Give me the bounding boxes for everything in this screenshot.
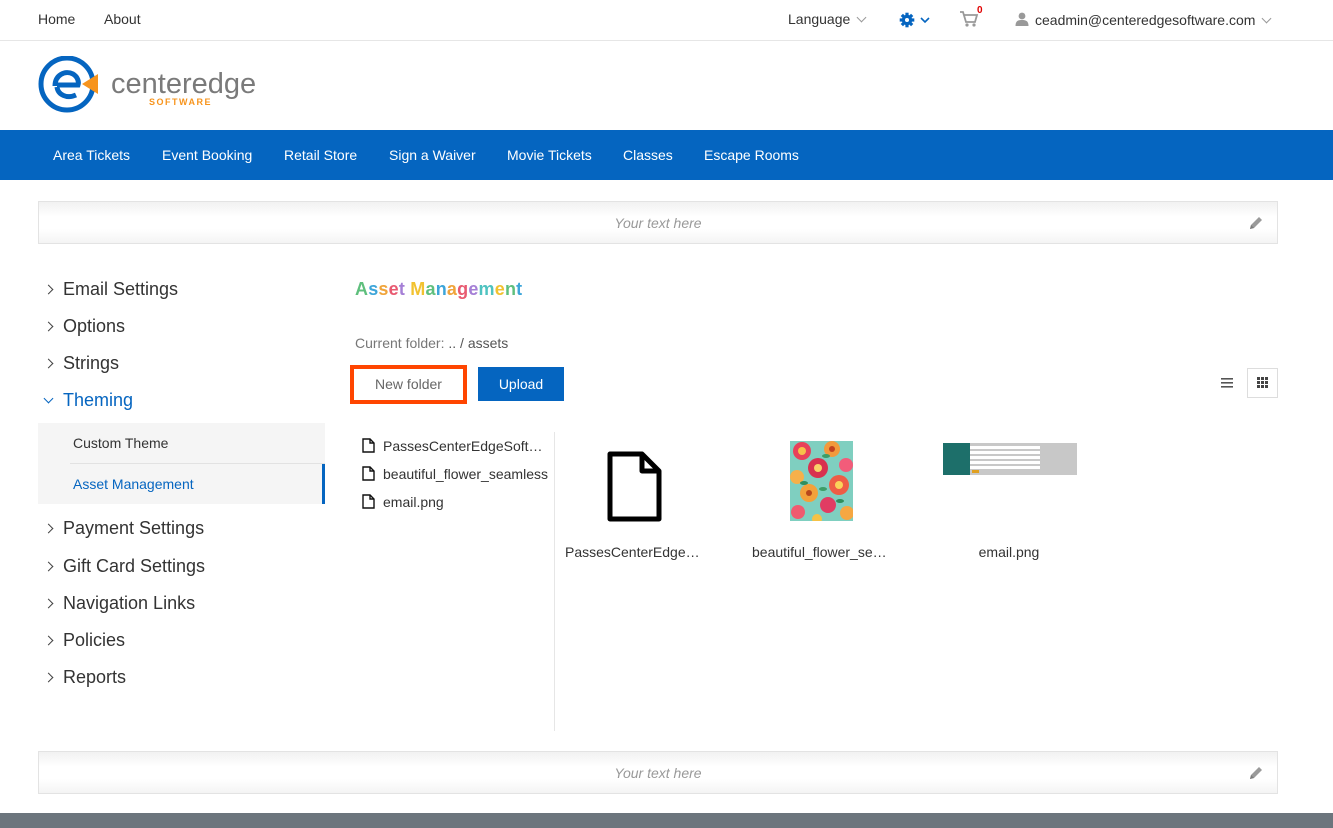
nav-area-tickets[interactable]: Area Tickets — [53, 147, 130, 163]
page-title: Asset Management — [355, 279, 523, 299]
nav-sign-a-waiver[interactable]: Sign a Waiver — [389, 147, 476, 163]
sidebar-item-label: Navigation Links — [63, 593, 196, 613]
sidebar-item-label: Gift Card Settings — [63, 556, 206, 576]
sidebar-item-label: Theming — [63, 390, 134, 410]
sidebar-item-label: Email Settings — [63, 279, 179, 299]
file-name: email.png — [383, 494, 444, 510]
tile-label[interactable]: email.png — [939, 544, 1079, 560]
file-icon — [362, 466, 375, 481]
divider — [70, 463, 325, 464]
chevron-right-icon — [43, 321, 54, 332]
sidebar-item-reports[interactable]: Reports — [43, 667, 127, 688]
sidebar-item-label: Strings — [63, 353, 120, 373]
chevron-down-icon — [856, 12, 867, 23]
nav-classes[interactable]: Classes — [623, 147, 673, 163]
file-icon — [362, 438, 375, 453]
logo-subtitle: SOFTWARE — [149, 97, 212, 107]
main-nav: Area Tickets Event Booking Retail Store … — [0, 130, 1333, 180]
pencil-icon[interactable] — [1248, 215, 1264, 231]
chevron-right-icon — [43, 672, 54, 683]
sidebar-item-label: Payment Settings — [63, 518, 205, 538]
new-folder-button[interactable]: New folder — [350, 365, 467, 404]
gear-icon[interactable] — [899, 10, 933, 30]
file-icon — [362, 494, 375, 509]
sidebar-item-strings[interactable]: Strings — [43, 353, 120, 374]
banner-text: Your text here — [614, 215, 702, 231]
sidebar-item-label: Policies — [63, 630, 126, 650]
footer — [0, 813, 1333, 828]
sidebar-item-options[interactable]: Options — [43, 316, 126, 337]
upload-button[interactable]: Upload — [478, 367, 564, 401]
chevron-right-icon — [43, 523, 54, 534]
sidebar-item-navigation-links[interactable]: Navigation Links — [43, 593, 196, 614]
sidebar-item-policies[interactable]: Policies — [43, 630, 126, 651]
tile-label[interactable]: beautiful_flower_seamless — [752, 544, 892, 560]
logo-wordmark: centeredge — [111, 68, 256, 100]
submenu-asset-management[interactable]: Asset Management — [73, 476, 194, 492]
sidebar-item-theming[interactable]: Theming — [43, 390, 134, 411]
current-folder: Current folder: .. / assets — [355, 335, 508, 351]
cart-count-badge: 0 — [977, 5, 983, 16]
home-link[interactable]: Home — [38, 11, 75, 27]
top-text-banner: Your text here — [38, 201, 1278, 244]
nav-movie-tickets[interactable]: Movie Tickets — [507, 147, 592, 163]
nav-retail-store[interactable]: Retail Store — [284, 147, 357, 163]
chevron-right-icon — [43, 561, 54, 572]
tree-file-item[interactable]: beautiful_flower_seamless — [362, 464, 548, 482]
active-indicator — [322, 464, 325, 504]
sidebar-item-label: Reports — [63, 667, 127, 687]
file-icon[interactable] — [605, 451, 663, 523]
user-email: ceadmin@centeredgesoftware.com — [1035, 12, 1256, 28]
chevron-right-icon — [43, 635, 54, 646]
sidebar-item-gift-card-settings[interactable]: Gift Card Settings — [43, 556, 206, 577]
theming-submenu: Custom Theme Asset Management — [38, 423, 325, 504]
submenu-custom-theme[interactable]: Custom Theme — [73, 435, 168, 451]
panel-divider — [554, 432, 555, 731]
sidebar-item-payment-settings[interactable]: Payment Settings — [43, 518, 205, 539]
file-name: PassesCenterEdgeSoftware — [383, 438, 548, 454]
user-icon — [1015, 12, 1029, 26]
tile-label[interactable]: PassesCenterEdgeSoftware — [565, 544, 705, 560]
sidebar-item-label: Options — [63, 316, 126, 336]
pencil-icon[interactable] — [1248, 765, 1264, 781]
nav-escape-rooms[interactable]: Escape Rooms — [704, 147, 799, 163]
tree-file-item[interactable]: PassesCenterEdgeSoftware — [362, 436, 548, 454]
language-dropdown[interactable]: Language — [788, 11, 867, 27]
language-label: Language — [788, 11, 851, 27]
chevron-right-icon — [43, 358, 54, 369]
flower-image-thumbnail[interactable] — [790, 441, 853, 521]
grid-view-button[interactable] — [1247, 368, 1278, 398]
tree-file-item[interactable]: email.png — [362, 492, 548, 510]
current-folder-label: Current folder: — [355, 335, 445, 351]
current-folder-path[interactable]: .. / assets — [448, 335, 508, 351]
email-image-thumbnail[interactable] — [943, 443, 1077, 475]
file-name: beautiful_flower_seamless — [383, 466, 548, 482]
about-link[interactable]: About — [104, 11, 141, 27]
chevron-down-icon — [1261, 13, 1272, 24]
nav-event-booking[interactable]: Event Booking — [162, 147, 252, 163]
centeredge-logo[interactable]: centeredge SOFTWARE — [38, 56, 268, 114]
grid-view-icon — [1257, 377, 1268, 388]
user-menu[interactable]: ceadmin@centeredgesoftware.com — [1015, 11, 1272, 28]
chevron-down-icon — [43, 393, 54, 404]
chevron-right-icon — [43, 598, 54, 609]
banner-text: Your text here — [614, 765, 702, 781]
bottom-text-banner: Your text here — [38, 751, 1278, 794]
top-bar: Home About Language 0 ceadmin@centeredge… — [0, 0, 1333, 41]
sidebar-item-email-settings[interactable]: Email Settings — [43, 279, 179, 300]
list-view-icon[interactable] — [1215, 370, 1239, 396]
chevron-right-icon — [43, 284, 54, 295]
